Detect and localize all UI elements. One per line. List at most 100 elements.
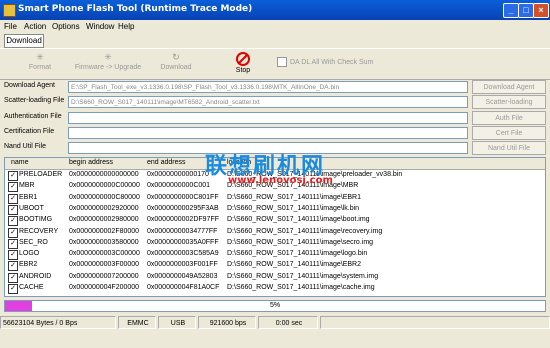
- cell-begin: 0x000000004F200000: [69, 284, 140, 291]
- scatter-loading-button[interactable]: Scatter-loading: [472, 95, 546, 109]
- cell-begin: 0x0000000002F80000: [69, 227, 140, 235]
- cell-end: 0x000000000295F3AB: [147, 204, 219, 212]
- cell-loc: D:\S660_ROW_S017_140111\image\cache.img: [227, 284, 375, 291]
- cell-name: BOOTIMG: [19, 216, 53, 224]
- cell-begin: 0x0000000000C00000: [69, 182, 140, 190]
- cell-begin: 0x0000000000000000: [69, 171, 139, 178]
- cell-loc: D:\S660_ROW_S017_140111\image\EBR2: [227, 261, 361, 269]
- progress-bar: 5%: [4, 300, 546, 312]
- download-agent-button[interactable]: Download Agent: [472, 80, 546, 94]
- cell-name: ANDROID: [19, 272, 52, 280]
- status-port: USB: [158, 316, 196, 329]
- row-checkbox[interactable]: ✓: [8, 250, 18, 261]
- download-agent-row: Download Agent E:\SP_Flash_Tool_exe_v3.1…: [4, 80, 546, 95]
- row-checkbox[interactable]: ✓: [8, 171, 18, 181]
- table-row[interactable]: ✓ RECOVERY 0x0000000002F80000 0x00000000034…: [5, 227, 545, 238]
- checksum-checkbox[interactable]: DA DL All With Check Sum: [277, 57, 373, 67]
- cell-begin: 0x0000000003C00000: [69, 250, 140, 258]
- cell-end: 0x00000000035A0FFF: [147, 238, 219, 246]
- cell-begin: 0x0000000003580000: [69, 238, 139, 246]
- stop-icon: [236, 52, 250, 66]
- menu-file[interactable]: File: [4, 22, 17, 31]
- minimize-icon[interactable]: _: [503, 3, 519, 18]
- col-begin[interactable]: begin address: [69, 159, 113, 166]
- cell-loc: D:\S660_ROW_S017_140111\image\lk.bin: [227, 204, 360, 212]
- cell-name: MBR: [19, 182, 35, 190]
- cell-end: 0x0000000049A52803: [147, 272, 218, 280]
- window-title: Smart Phone Flash Tool (Runtime Trace Mo…: [18, 4, 253, 14]
- cell-begin: 0x0000000007200000: [69, 272, 139, 280]
- cell-name: CACHE: [19, 284, 44, 291]
- cell-name: UBOOT: [19, 204, 44, 212]
- row-checkbox[interactable]: ✓: [8, 284, 18, 294]
- col-name[interactable]: name: [11, 159, 29, 166]
- authentication-field[interactable]: [68, 112, 468, 124]
- cell-begin: 0x0000000000C80000: [69, 193, 140, 201]
- upgrade-label: Firmware -> Upgrade: [74, 64, 142, 71]
- firmware-upgrade-button[interactable]: ✳ Firmware -> Upgrade: [72, 52, 144, 78]
- row-checkbox[interactable]: ✓: [8, 204, 18, 215]
- cell-name: LOGO: [19, 250, 40, 258]
- cert-file-button[interactable]: Cert File: [472, 126, 546, 140]
- row-checkbox[interactable]: ✓: [8, 216, 18, 227]
- menu-options[interactable]: Options: [52, 22, 80, 31]
- table-row[interactable]: ✓ EBR2 0x0000000003F00000 0x0000000003F001F…: [5, 260, 545, 272]
- table-row[interactable]: ✓ LOGO 0x0000000003C00000 0x0000000003C585A…: [5, 249, 545, 261]
- col-end[interactable]: end address: [147, 159, 186, 166]
- stop-button[interactable]: Stop: [227, 52, 259, 78]
- cell-loc: D:\S660_ROW_S017_140111\image\recovery.i…: [227, 227, 383, 235]
- tab-download[interactable]: Download: [4, 34, 44, 48]
- cell-end: 0x0000000000C001: [147, 182, 211, 190]
- scatter-loading-field[interactable]: D:\S660_ROW_S017_140111\image\MT6582_And…: [68, 96, 468, 108]
- watermark-url: www.lenovosj.com: [228, 175, 333, 186]
- row-checkbox[interactable]: ✓: [8, 261, 18, 272]
- download-agent-field[interactable]: E:\SP_Flash_Tool_exe_v3.1336.0.198\SP_Fl…: [68, 81, 468, 93]
- download-label: Download: [160, 64, 192, 71]
- cell-loc: D:\S660_ROW_S017_140111\image\logo.bin: [227, 250, 368, 258]
- table-row[interactable]: ✓ EBR1 0x0000000000C80000 0x0000000000C801F…: [5, 193, 545, 204]
- row-checkbox[interactable]: ✓: [8, 238, 18, 249]
- cell-name: SEC_RO: [19, 238, 48, 246]
- maximize-icon[interactable]: □: [518, 3, 534, 18]
- table-row[interactable]: ✓ SEC_RO 0x0000000003580000 0x00000000035A0…: [5, 238, 545, 249]
- certification-row: Certification File Cert File: [4, 126, 546, 141]
- cell-end: 0x00000000000170: [147, 171, 209, 178]
- cell-loc: D:\S660_ROW_S017_140111\image\EBR1: [227, 193, 361, 201]
- auth-file-button[interactable]: Auth File: [472, 111, 546, 125]
- cell-end: 0x0000000003C585A9: [147, 250, 219, 258]
- toolbar: ✳ Format ✳ Firmware -> Upgrade ↻ Downloa…: [0, 48, 550, 80]
- menu-action[interactable]: Action: [24, 22, 46, 31]
- table-row[interactable]: ✓ CACHE 0x000000004F200000 0x000000004F81A0…: [5, 283, 545, 294]
- upgrade-icon: ✳: [104, 52, 112, 62]
- cell-begin: 0x0000000002920000: [69, 204, 139, 212]
- row-checkbox[interactable]: ✓: [8, 272, 18, 283]
- table-row[interactable]: ✓ ANDROID 0x0000000007200000 0x0000000049A5…: [5, 272, 545, 283]
- status-bytes: 56623104 Bytes / 0 Bps: [0, 316, 116, 329]
- row-checkbox[interactable]: ✓: [8, 227, 18, 238]
- status-time: 0:00 sec: [258, 316, 318, 329]
- authentication-label: Authentication File: [4, 113, 62, 120]
- nand-util-button[interactable]: Nand Util File: [472, 141, 546, 155]
- download-agent-label: Download Agent: [4, 82, 55, 89]
- close-icon[interactable]: ×: [533, 3, 549, 18]
- cell-begin: 0x0000000003F00000: [69, 261, 140, 269]
- certification-field[interactable]: [68, 127, 468, 139]
- format-label: Format: [28, 64, 52, 71]
- cell-end: 0x0000000002DF97FF: [147, 216, 219, 224]
- menu-window[interactable]: Window: [86, 22, 114, 31]
- format-icon: ✳: [36, 52, 44, 62]
- cell-end: 0x000000004F81A0CF: [147, 284, 220, 291]
- table-row[interactable]: ✓ BOOTIMG 0x0000000002980000 0x0000000002DF…: [5, 215, 545, 227]
- format-button[interactable]: ✳ Format: [20, 52, 60, 78]
- row-checkbox[interactable]: ✓: [8, 193, 18, 204]
- stop-label: Stop: [235, 67, 251, 74]
- status-baud: 921600 bps: [198, 316, 256, 329]
- row-checkbox[interactable]: ✓: [8, 182, 18, 193]
- status-empty: [320, 316, 550, 329]
- cell-name: EBR2: [19, 261, 38, 269]
- cell-end: 0x0000000000C801FF: [147, 193, 219, 201]
- table-row[interactable]: ✓ UBOOT 0x0000000002920000 0x000000000295F3…: [5, 204, 545, 215]
- menu-help[interactable]: Help: [118, 22, 134, 31]
- download-button[interactable]: ↻ Download: [155, 52, 197, 78]
- cell-end: 0x0000000003F001FF: [147, 261, 218, 269]
